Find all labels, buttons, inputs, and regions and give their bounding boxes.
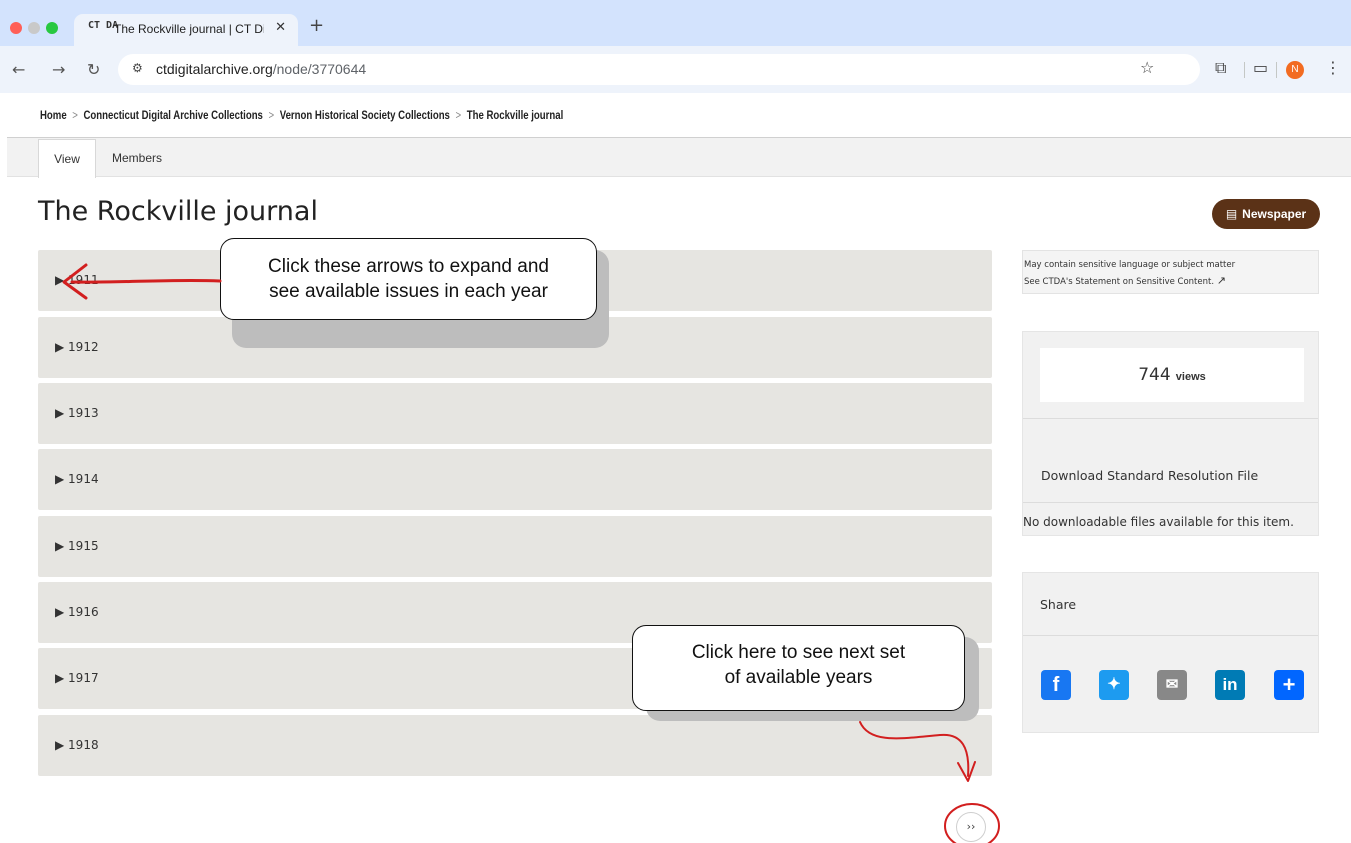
annotation-callout-expand: Click these arrows to expand and see ava…	[220, 238, 597, 320]
new-tab-icon[interactable]: +	[309, 15, 324, 36]
profile-avatar[interactable]: N	[1286, 61, 1304, 79]
year-toggle[interactable]: ▶ 1915	[55, 539, 99, 553]
site-settings-icon[interactable]: ⚙	[132, 61, 143, 75]
no-downloads-message: No downloadable files available for this…	[1023, 515, 1294, 529]
callout-text: of available years	[724, 667, 873, 688]
close-window-button[interactable]	[10, 22, 22, 34]
breadcrumb-current: The Rockville journal	[466, 108, 564, 122]
newspaper-icon: ▤	[1225, 207, 1238, 221]
tab-title: The Rockville journal | CT Dig	[114, 22, 264, 36]
share-card: Share f ✦ ✉ in +	[1022, 572, 1319, 733]
views-card: 744 views Download Standard Resolution F…	[1022, 331, 1319, 536]
toolbar-divider	[1276, 62, 1277, 78]
extensions-icon[interactable]: ⧉	[1215, 58, 1226, 78]
divider	[1023, 418, 1318, 419]
breadcrumb-separator: >	[72, 108, 78, 122]
breadcrumb-separator: >	[268, 108, 275, 122]
annotation-callout-next: Click here to see next set of available …	[632, 625, 965, 711]
callout-text: Click these arrows to expand and	[268, 256, 549, 277]
year-row-1915[interactable]: ▶ 1915	[38, 516, 992, 577]
url-text[interactable]: ctdigitalarchive.org/node/3770644	[156, 61, 366, 77]
page-tabs: View Members	[7, 137, 1351, 178]
share-label: Share	[1040, 597, 1077, 612]
page-title: The Rockville journal	[38, 196, 318, 227]
year-toggle[interactable]: ▶ 1913	[55, 406, 99, 420]
external-link-icon: ↗	[1216, 274, 1226, 287]
notice-line-1: May contain sensitive language or subjec…	[1024, 260, 1236, 270]
download-label: Download Standard Resolution File	[1041, 468, 1259, 483]
next-page-button[interactable]: ››	[956, 812, 986, 842]
breadcrumb-separator: >	[455, 108, 462, 122]
notice-line-2[interactable]: See CTDA's Statement on Sensitive Conten…	[1024, 273, 1318, 290]
tab-search-icon[interactable]: ▭	[1253, 58, 1268, 77]
callout-text: see available issues in each year	[269, 281, 548, 302]
views-count: 744	[1138, 365, 1171, 385]
sensitive-content-link[interactable]: See CTDA's Statement on Sensitive Conten…	[1024, 277, 1214, 287]
year-toggle[interactable]: ▶ 1918	[55, 738, 99, 752]
year-toggle[interactable]: ▶ 1911	[55, 273, 99, 287]
year-toggle[interactable]: ▶ 1912	[55, 340, 99, 354]
minimize-window-button[interactable]	[28, 22, 40, 34]
url-path: /node/3770644	[272, 61, 367, 77]
year-toggle[interactable]: ▶ 1917	[55, 671, 99, 685]
breadcrumb: Home > Connecticut Digital Archive Collect…	[40, 108, 563, 122]
tab-close-icon[interactable]: ✕	[275, 20, 286, 35]
sensitive-content-notice: May contain sensitive language or subjec…	[1022, 250, 1319, 294]
toolbar-divider	[1244, 62, 1245, 78]
back-icon[interactable]: ←	[12, 60, 25, 79]
views-label: views	[1175, 371, 1206, 383]
divider	[1023, 635, 1318, 636]
email-icon[interactable]: ✉	[1157, 670, 1187, 700]
forward-icon[interactable]: →	[52, 60, 65, 79]
views-counter: 744 views	[1040, 348, 1304, 402]
maximize-window-button[interactable]	[46, 22, 58, 34]
breadcrumb-vernon-collections[interactable]: Vernon Historical Society Collections	[280, 108, 450, 122]
year-row-1918[interactable]: ▶ 1918	[38, 715, 992, 776]
year-row-1914[interactable]: ▶ 1914	[38, 449, 992, 510]
tab-members[interactable]: Members	[112, 139, 162, 177]
addtoany-icon[interactable]: +	[1274, 670, 1304, 700]
callout-text: Click here to see next set	[691, 642, 906, 663]
year-row-1913[interactable]: ▶ 1913	[38, 383, 992, 444]
browser-tab-bar: CT DA The Rockville journal | CT Dig ✕ +	[0, 0, 1351, 46]
linkedin-icon[interactable]: in	[1215, 670, 1245, 700]
divider	[1023, 502, 1318, 503]
year-toggle[interactable]: ▶ 1914	[55, 472, 99, 486]
bookmark-star-icon[interactable]: ☆	[1140, 58, 1154, 77]
address-bar[interactable]: ⚙ ctdigitalarchive.org/node/3770644	[118, 54, 1200, 85]
facebook-icon[interactable]: f	[1041, 670, 1071, 700]
badge-label: Newspaper	[1242, 207, 1307, 221]
url-domain: ctdigitalarchive.org	[156, 61, 273, 77]
year-toggle[interactable]: ▶ 1916	[55, 605, 99, 619]
browser-menu-icon[interactable]: ⋮	[1325, 58, 1341, 77]
breadcrumb-ctda-collections[interactable]: Connecticut Digital Archive Collections	[83, 108, 262, 122]
browser-toolbar: ← → ↻ ⚙ ctdigitalarchive.org/node/377064…	[0, 46, 1351, 93]
reload-icon[interactable]: ↻	[87, 60, 100, 79]
browser-tab[interactable]: CT DA The Rockville journal | CT Dig ✕	[74, 14, 298, 46]
newspaper-badge[interactable]: ▤ Newspaper	[1212, 199, 1320, 229]
twitter-icon[interactable]: ✦	[1099, 670, 1129, 700]
tab-view[interactable]: View	[38, 139, 96, 178]
breadcrumb-home[interactable]: Home	[40, 108, 67, 122]
